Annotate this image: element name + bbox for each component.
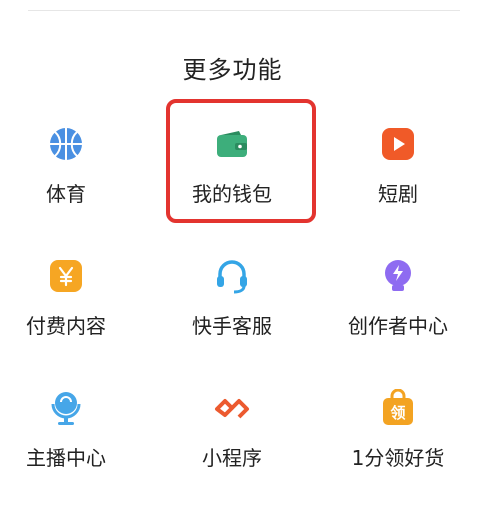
grid-item-customer-service[interactable]: 快手客服 <box>132 244 332 376</box>
grid-item-label: 1分领好货 <box>351 446 445 470</box>
play-icon <box>378 124 418 164</box>
link-icon <box>212 388 252 428</box>
svg-text:领: 领 <box>389 404 405 422</box>
grid-item-label: 短剧 <box>378 182 418 206</box>
grid-item-mini-program[interactable]: 小程序 <box>132 376 332 508</box>
grid-item-short-drama[interactable]: 短剧 <box>332 112 464 244</box>
headset-icon <box>212 256 252 296</box>
grid-item-streamer-center[interactable]: 主播中心 <box>0 376 132 508</box>
feature-grid: 体育 我的钱包 短剧 付费内容 快手客服 创作者中心 主播中心 小程序 领 1分… <box>0 112 465 508</box>
microphone-icon <box>46 388 86 428</box>
grid-item-label: 快手客服 <box>192 314 272 338</box>
top-divider <box>28 10 460 11</box>
section-title: 更多功能 <box>182 56 283 84</box>
shopping-bag-icon: 领 <box>378 388 418 428</box>
basketball-icon <box>46 124 86 164</box>
grid-item-wallet[interactable]: 我的钱包 <box>132 112 332 244</box>
wallet-icon <box>212 124 252 164</box>
grid-item-one-cent-goods[interactable]: 领 1分领好货 <box>332 376 464 508</box>
grid-item-sports[interactable]: 体育 <box>0 112 132 244</box>
grid-item-label: 小程序 <box>202 446 262 470</box>
grid-item-label: 创作者中心 <box>348 314 448 338</box>
grid-item-label: 付费内容 <box>26 314 106 338</box>
grid-item-creator-center[interactable]: 创作者中心 <box>332 244 464 376</box>
grid-item-paid-content[interactable]: 付费内容 <box>0 244 132 376</box>
grid-item-label: 我的钱包 <box>192 182 272 206</box>
grid-item-label: 体育 <box>46 182 86 206</box>
grid-item-label: 主播中心 <box>26 446 106 470</box>
yen-icon <box>46 256 86 296</box>
lightning-bulb-icon <box>378 256 418 296</box>
